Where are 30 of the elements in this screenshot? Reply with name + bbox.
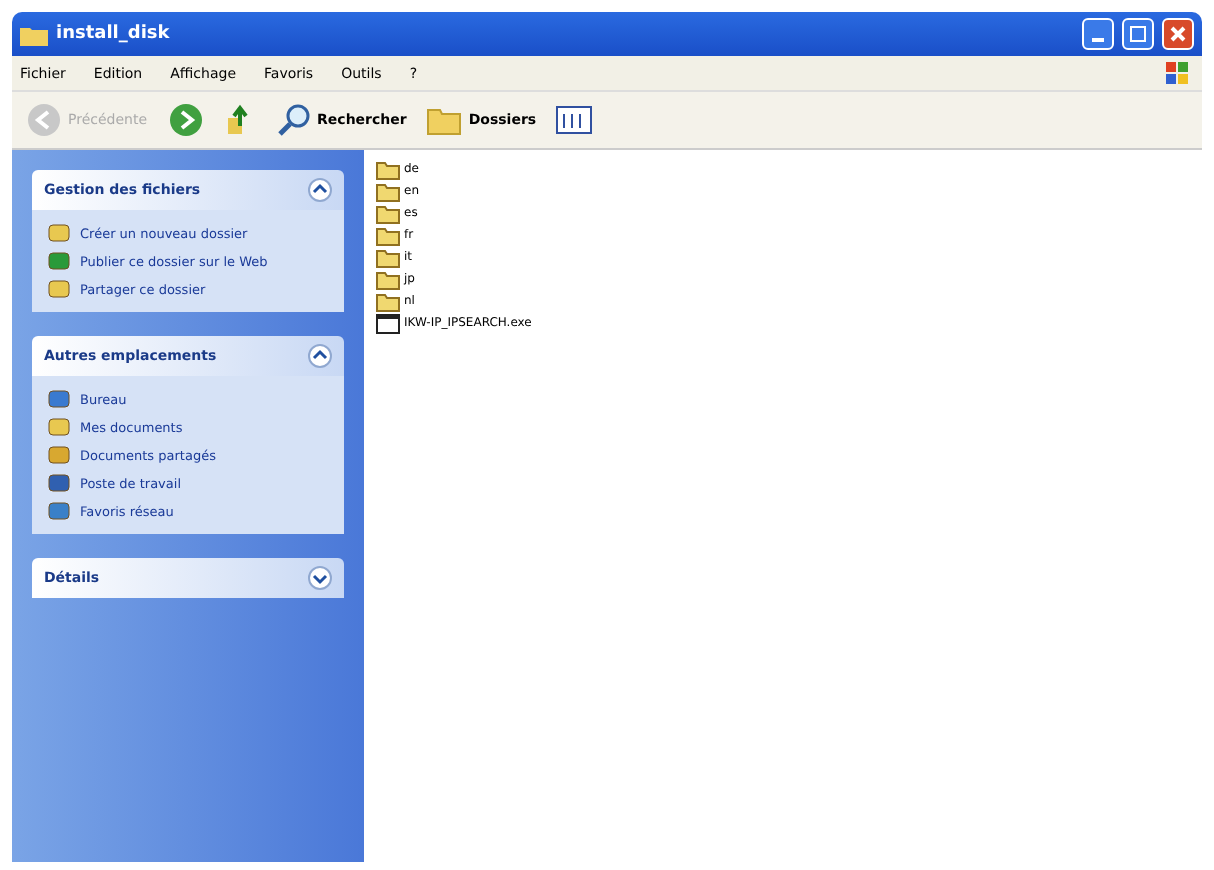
task-icon: [48, 222, 70, 244]
task-icon: [48, 500, 70, 522]
folder-icon: [426, 104, 463, 136]
task-icon: [48, 472, 70, 494]
window-title: install_disk: [56, 24, 170, 44]
task-icon: [48, 416, 70, 438]
folder-icon: [376, 291, 400, 311]
folder-icon: [20, 23, 48, 45]
views-icon: [556, 106, 597, 134]
folder-icon: [376, 203, 400, 223]
folder-icon: [376, 159, 400, 179]
folder-icon: [376, 269, 400, 289]
windows-flag-icon: [1162, 59, 1194, 87]
close-button[interactable]: [1162, 18, 1194, 50]
task-icon: [48, 278, 70, 300]
minimize-button[interactable]: [1082, 18, 1114, 50]
task-icon: [48, 444, 70, 466]
search-icon: [275, 102, 312, 138]
folder-icon: [376, 181, 400, 201]
close-icon: [1170, 26, 1186, 42]
chevron-down-icon: [308, 566, 332, 590]
task-icon: [48, 388, 70, 410]
task-icon: [48, 250, 70, 272]
folder-icon: [376, 247, 400, 267]
chevron-up-icon: [308, 178, 332, 202]
maximize-icon: [1130, 26, 1146, 42]
maximize-button[interactable]: [1122, 18, 1154, 50]
chevron-up-icon: [308, 344, 332, 368]
program-icon: [376, 313, 400, 333]
folder-icon: [376, 225, 400, 245]
